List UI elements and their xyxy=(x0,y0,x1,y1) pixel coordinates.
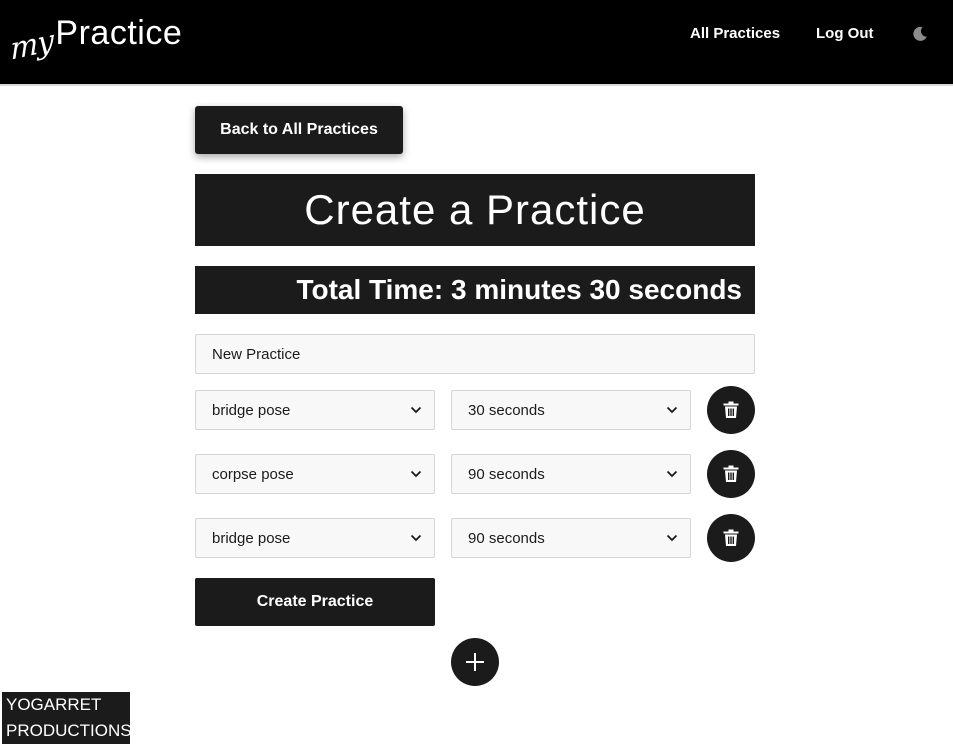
delete-row-button[interactable] xyxy=(707,386,755,434)
pose-select-value: corpse pose xyxy=(212,465,294,483)
chevron-down-icon xyxy=(666,534,678,542)
practice-name-input[interactable] xyxy=(195,334,755,374)
duration-select-value: 90 seconds xyxy=(468,529,545,547)
pose-select[interactable]: bridge pose xyxy=(195,390,435,430)
pose-select-value: bridge pose xyxy=(212,529,291,547)
trash-icon xyxy=(723,401,739,418)
chevron-down-icon xyxy=(410,534,422,542)
nav-all-practices-link[interactable]: All Practices xyxy=(690,24,780,44)
trash-icon xyxy=(723,529,739,546)
nav-log-out-link[interactable]: Log Out xyxy=(816,24,873,44)
navbar: my Practice All Practices Log Out xyxy=(0,0,953,86)
footer-line-2: PRODUCTIONS xyxy=(6,721,132,740)
page-title: Create a Practice xyxy=(304,186,646,233)
duration-select[interactable]: 90 seconds xyxy=(451,454,691,494)
pose-row: bridge pose 30 seconds xyxy=(195,386,755,434)
create-practice-button[interactable]: Create Practice xyxy=(195,578,435,626)
chevron-down-icon xyxy=(410,470,422,478)
brand-name: Practice xyxy=(55,14,183,52)
duration-select-value: 30 seconds xyxy=(468,401,545,419)
chevron-down-icon xyxy=(410,406,422,414)
duration-select-value: 90 seconds xyxy=(468,465,545,483)
total-time-text: Total Time: 3 minutes 30 seconds xyxy=(296,274,742,305)
delete-row-button[interactable] xyxy=(707,450,755,498)
pose-row: bridge pose 90 seconds xyxy=(195,514,755,562)
back-to-all-practices-button[interactable]: Back to All Practices xyxy=(195,106,403,154)
moon-icon xyxy=(913,26,927,41)
trash-icon xyxy=(723,465,739,482)
delete-row-button[interactable] xyxy=(707,514,755,562)
brand-prefix: my xyxy=(9,23,54,68)
duration-select[interactable]: 90 seconds xyxy=(451,518,691,558)
chevron-down-icon xyxy=(666,406,678,414)
page-title-banner: Create a Practice xyxy=(195,174,755,246)
pose-row: corpse pose 90 seconds xyxy=(195,450,755,498)
footer-credit-badge: YOGARRET PRODUCTIONS xyxy=(2,692,132,744)
plus-icon xyxy=(466,653,484,671)
footer-line-1: YOGARRET xyxy=(6,695,102,714)
chevron-down-icon xyxy=(666,470,678,478)
pose-select[interactable]: corpse pose xyxy=(195,454,435,494)
brand-logo[interactable]: my Practice xyxy=(10,10,182,76)
add-pose-button[interactable] xyxy=(451,638,499,686)
total-time-banner: Total Time: 3 minutes 30 seconds xyxy=(195,266,755,314)
pose-select-value: bridge pose xyxy=(212,401,291,419)
theme-toggle-button[interactable] xyxy=(910,24,930,44)
pose-select[interactable]: bridge pose xyxy=(195,518,435,558)
duration-select[interactable]: 30 seconds xyxy=(451,390,691,430)
